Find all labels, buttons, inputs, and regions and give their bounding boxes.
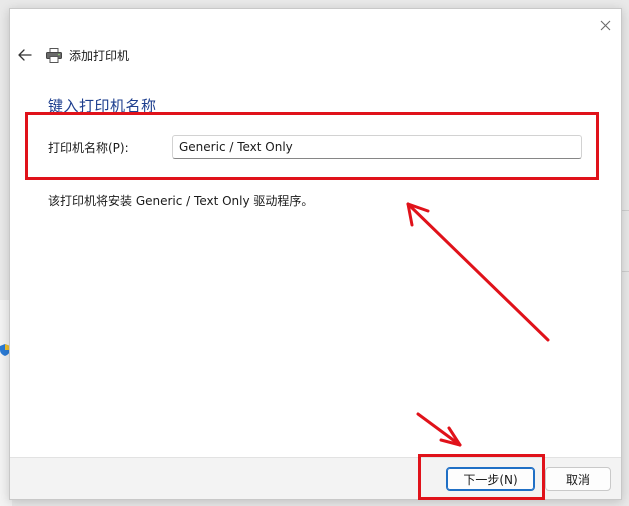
printer-name-label: 打印机名称(P): [48, 140, 129, 155]
close-icon [600, 20, 610, 30]
cancel-button[interactable]: 取消 [545, 467, 611, 491]
next-button[interactable]: 下一步(N) [446, 467, 535, 491]
wizard-titlebar: 添加打印机 [16, 45, 129, 65]
printer-name-row: 打印机名称(P): [48, 135, 582, 159]
dialog-footer: 下一步(N) 取消 [10, 457, 621, 499]
back-arrow-icon [18, 49, 32, 61]
back-button[interactable] [16, 46, 34, 64]
printer-name-input[interactable] [172, 135, 582, 159]
printer-icon [46, 47, 62, 63]
add-printer-dialog: 添加打印机 键入打印机名称 打印机名称(P): 该打印机将安装 Generic … [9, 8, 622, 500]
close-button[interactable] [595, 15, 615, 35]
driver-description: 该打印机将安装 Generic / Text Only 驱动程序。 [48, 194, 314, 208]
wizard-title: 添加打印机 [69, 48, 130, 63]
background-window-right [621, 210, 629, 272]
page-heading: 键入打印机名称 [48, 97, 157, 115]
